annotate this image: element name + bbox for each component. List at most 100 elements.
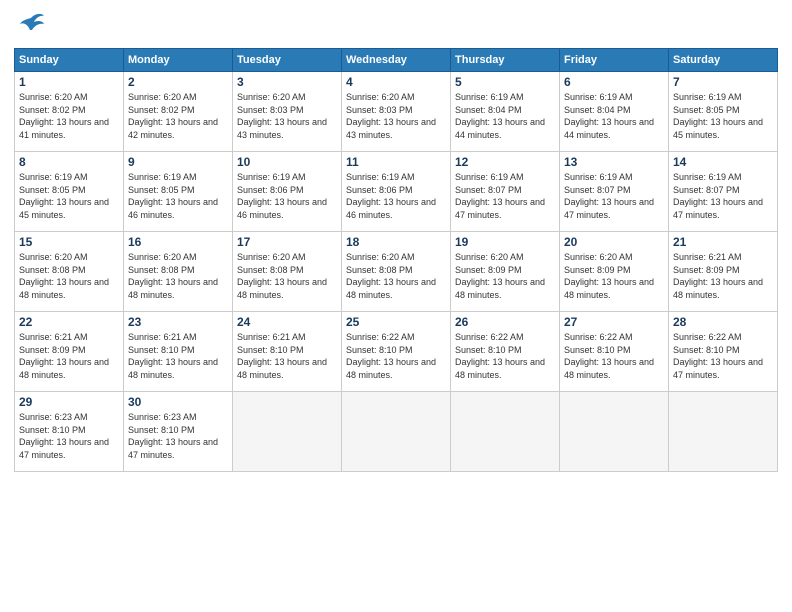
day-number: 25 [346, 315, 446, 329]
day-number: 2 [128, 75, 228, 89]
day-info: Sunrise: 6:19 AMSunset: 8:06 PMDaylight:… [346, 172, 436, 220]
day-number: 23 [128, 315, 228, 329]
day-number: 24 [237, 315, 337, 329]
day-number: 3 [237, 75, 337, 89]
calendar-day-header: Thursday [451, 49, 560, 72]
day-number: 12 [455, 155, 555, 169]
day-info: Sunrise: 6:19 AMSunset: 8:05 PMDaylight:… [673, 92, 763, 140]
calendar-cell [233, 392, 342, 472]
day-number: 11 [346, 155, 446, 169]
calendar-cell: 7 Sunrise: 6:19 AMSunset: 8:05 PMDayligh… [669, 72, 778, 152]
calendar-cell: 27 Sunrise: 6:22 AMSunset: 8:10 PMDaylig… [560, 312, 669, 392]
day-number: 22 [19, 315, 119, 329]
calendar-cell: 5 Sunrise: 6:19 AMSunset: 8:04 PMDayligh… [451, 72, 560, 152]
calendar-cell: 17 Sunrise: 6:20 AMSunset: 8:08 PMDaylig… [233, 232, 342, 312]
day-info: Sunrise: 6:19 AMSunset: 8:07 PMDaylight:… [455, 172, 545, 220]
calendar-cell [560, 392, 669, 472]
calendar-week-row: 22 Sunrise: 6:21 AMSunset: 8:09 PMDaylig… [15, 312, 778, 392]
calendar-cell: 9 Sunrise: 6:19 AMSunset: 8:05 PMDayligh… [124, 152, 233, 232]
day-info: Sunrise: 6:21 AMSunset: 8:09 PMDaylight:… [19, 332, 109, 380]
calendar-cell: 28 Sunrise: 6:22 AMSunset: 8:10 PMDaylig… [669, 312, 778, 392]
day-number: 20 [564, 235, 664, 249]
calendar-week-row: 29 Sunrise: 6:23 AMSunset: 8:10 PMDaylig… [15, 392, 778, 472]
calendar-week-row: 8 Sunrise: 6:19 AMSunset: 8:05 PMDayligh… [15, 152, 778, 232]
calendar-cell: 11 Sunrise: 6:19 AMSunset: 8:06 PMDaylig… [342, 152, 451, 232]
calendar-cell: 1 Sunrise: 6:20 AMSunset: 8:02 PMDayligh… [15, 72, 124, 152]
calendar-day-header: Wednesday [342, 49, 451, 72]
calendar-cell: 30 Sunrise: 6:23 AMSunset: 8:10 PMDaylig… [124, 392, 233, 472]
calendar-table: SundayMondayTuesdayWednesdayThursdayFrid… [14, 48, 778, 472]
day-info: Sunrise: 6:22 AMSunset: 8:10 PMDaylight:… [346, 332, 436, 380]
calendar-cell: 6 Sunrise: 6:19 AMSunset: 8:04 PMDayligh… [560, 72, 669, 152]
calendar-cell: 20 Sunrise: 6:20 AMSunset: 8:09 PMDaylig… [560, 232, 669, 312]
day-info: Sunrise: 6:19 AMSunset: 8:07 PMDaylight:… [673, 172, 763, 220]
calendar-cell: 16 Sunrise: 6:20 AMSunset: 8:08 PMDaylig… [124, 232, 233, 312]
day-number: 8 [19, 155, 119, 169]
calendar-cell: 15 Sunrise: 6:20 AMSunset: 8:08 PMDaylig… [15, 232, 124, 312]
calendar-cell: 24 Sunrise: 6:21 AMSunset: 8:10 PMDaylig… [233, 312, 342, 392]
day-number: 18 [346, 235, 446, 249]
day-info: Sunrise: 6:20 AMSunset: 8:08 PMDaylight:… [128, 252, 218, 300]
day-info: Sunrise: 6:19 AMSunset: 8:05 PMDaylight:… [19, 172, 109, 220]
day-number: 15 [19, 235, 119, 249]
day-number: 14 [673, 155, 773, 169]
header [14, 10, 778, 40]
day-info: Sunrise: 6:22 AMSunset: 8:10 PMDaylight:… [564, 332, 654, 380]
calendar-day-header: Sunday [15, 49, 124, 72]
calendar-header-row: SundayMondayTuesdayWednesdayThursdayFrid… [15, 49, 778, 72]
calendar-day-header: Saturday [669, 49, 778, 72]
day-info: Sunrise: 6:20 AMSunset: 8:03 PMDaylight:… [346, 92, 436, 140]
day-info: Sunrise: 6:20 AMSunset: 8:09 PMDaylight:… [564, 252, 654, 300]
day-number: 16 [128, 235, 228, 249]
calendar-cell: 8 Sunrise: 6:19 AMSunset: 8:05 PMDayligh… [15, 152, 124, 232]
calendar-week-row: 1 Sunrise: 6:20 AMSunset: 8:02 PMDayligh… [15, 72, 778, 152]
calendar-cell: 10 Sunrise: 6:19 AMSunset: 8:06 PMDaylig… [233, 152, 342, 232]
day-number: 30 [128, 395, 228, 409]
day-info: Sunrise: 6:20 AMSunset: 8:08 PMDaylight:… [346, 252, 436, 300]
calendar-week-row: 15 Sunrise: 6:20 AMSunset: 8:08 PMDaylig… [15, 232, 778, 312]
calendar-cell: 22 Sunrise: 6:21 AMSunset: 8:09 PMDaylig… [15, 312, 124, 392]
day-number: 10 [237, 155, 337, 169]
day-info: Sunrise: 6:21 AMSunset: 8:10 PMDaylight:… [237, 332, 327, 380]
calendar-cell [342, 392, 451, 472]
day-info: Sunrise: 6:20 AMSunset: 8:09 PMDaylight:… [455, 252, 545, 300]
calendar-cell: 29 Sunrise: 6:23 AMSunset: 8:10 PMDaylig… [15, 392, 124, 472]
day-info: Sunrise: 6:20 AMSunset: 8:03 PMDaylight:… [237, 92, 327, 140]
day-info: Sunrise: 6:21 AMSunset: 8:09 PMDaylight:… [673, 252, 763, 300]
day-number: 17 [237, 235, 337, 249]
logo-bird-icon [16, 10, 46, 40]
day-info: Sunrise: 6:22 AMSunset: 8:10 PMDaylight:… [673, 332, 763, 380]
day-info: Sunrise: 6:20 AMSunset: 8:08 PMDaylight:… [19, 252, 109, 300]
day-number: 29 [19, 395, 119, 409]
calendar-day-header: Monday [124, 49, 233, 72]
calendar-cell: 19 Sunrise: 6:20 AMSunset: 8:09 PMDaylig… [451, 232, 560, 312]
calendar-cell: 13 Sunrise: 6:19 AMSunset: 8:07 PMDaylig… [560, 152, 669, 232]
calendar-cell: 23 Sunrise: 6:21 AMSunset: 8:10 PMDaylig… [124, 312, 233, 392]
day-number: 13 [564, 155, 664, 169]
day-info: Sunrise: 6:20 AMSunset: 8:02 PMDaylight:… [19, 92, 109, 140]
calendar-cell [451, 392, 560, 472]
day-number: 21 [673, 235, 773, 249]
day-info: Sunrise: 6:19 AMSunset: 8:07 PMDaylight:… [564, 172, 654, 220]
day-number: 9 [128, 155, 228, 169]
day-number: 28 [673, 315, 773, 329]
day-info: Sunrise: 6:19 AMSunset: 8:04 PMDaylight:… [564, 92, 654, 140]
calendar-cell: 12 Sunrise: 6:19 AMSunset: 8:07 PMDaylig… [451, 152, 560, 232]
calendar-cell: 25 Sunrise: 6:22 AMSunset: 8:10 PMDaylig… [342, 312, 451, 392]
day-info: Sunrise: 6:19 AMSunset: 8:06 PMDaylight:… [237, 172, 327, 220]
day-number: 5 [455, 75, 555, 89]
day-number: 7 [673, 75, 773, 89]
calendar-day-header: Tuesday [233, 49, 342, 72]
calendar-cell: 26 Sunrise: 6:22 AMSunset: 8:10 PMDaylig… [451, 312, 560, 392]
calendar-cell: 2 Sunrise: 6:20 AMSunset: 8:02 PMDayligh… [124, 72, 233, 152]
calendar-cell: 14 Sunrise: 6:19 AMSunset: 8:07 PMDaylig… [669, 152, 778, 232]
day-number: 26 [455, 315, 555, 329]
calendar-cell: 4 Sunrise: 6:20 AMSunset: 8:03 PMDayligh… [342, 72, 451, 152]
day-info: Sunrise: 6:22 AMSunset: 8:10 PMDaylight:… [455, 332, 545, 380]
day-info: Sunrise: 6:23 AMSunset: 8:10 PMDaylight:… [128, 412, 218, 460]
day-info: Sunrise: 6:20 AMSunset: 8:08 PMDaylight:… [237, 252, 327, 300]
day-number: 6 [564, 75, 664, 89]
day-info: Sunrise: 6:19 AMSunset: 8:04 PMDaylight:… [455, 92, 545, 140]
logo [14, 10, 46, 40]
calendar-cell: 3 Sunrise: 6:20 AMSunset: 8:03 PMDayligh… [233, 72, 342, 152]
